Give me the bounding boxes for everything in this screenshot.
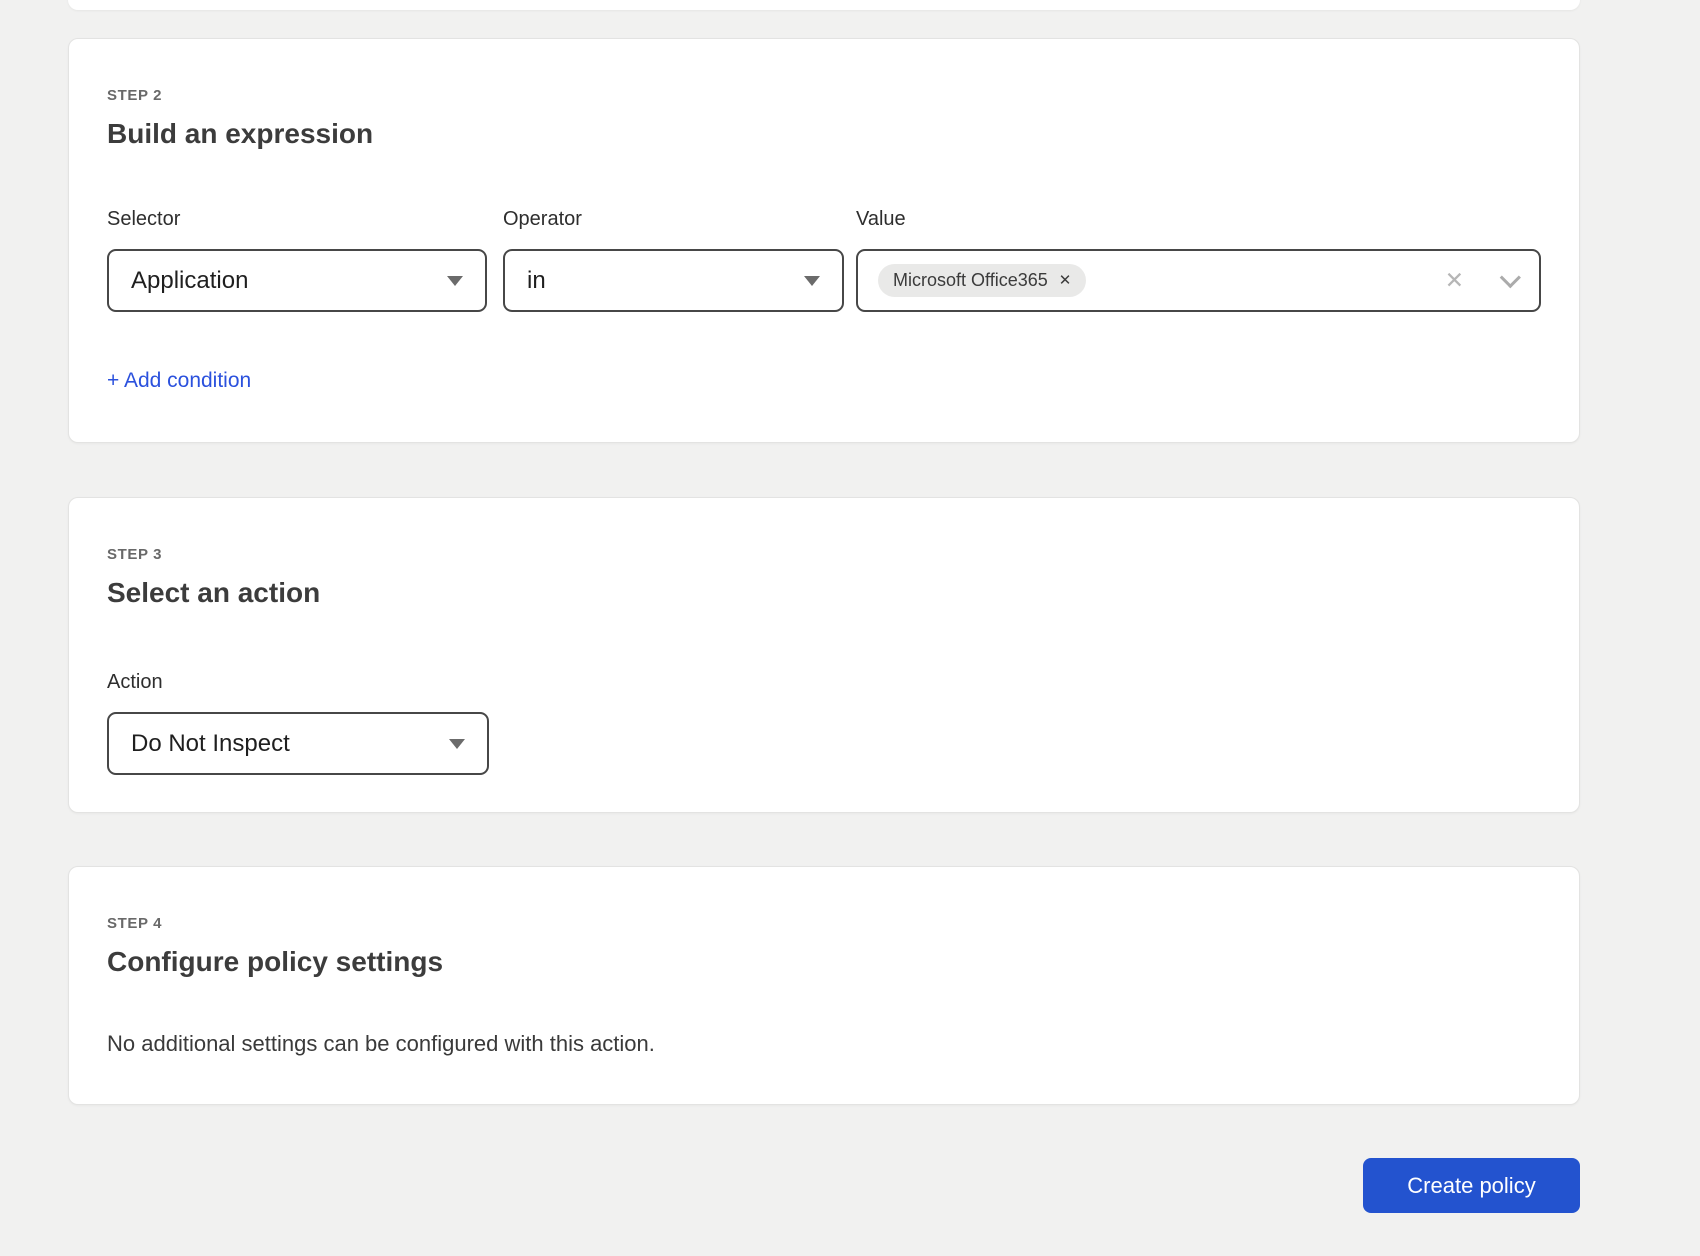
step3-title: Select an action [107,576,1541,610]
action-value: Do Not Inspect [131,730,290,758]
step4-description: No additional settings can be configured… [107,1031,1541,1057]
clear-selection-icon[interactable]: ✕ [1445,269,1464,292]
footer-actions: Create policy [68,1158,1580,1213]
step4-eyebrow: STEP 4 [107,915,1541,933]
chevron-down-icon [447,276,463,286]
step2-card: STEP 2 Build an expression Selector Appl… [68,38,1580,443]
chevron-down-icon[interactable] [1500,267,1521,288]
multiselect-controls: ✕ [1445,269,1515,292]
value-field: Value Microsoft Office365 ✕ ✕ [856,207,1541,312]
value-label: Value [856,207,1541,231]
step4-card: STEP 4 Configure policy settings No addi… [68,866,1580,1105]
operator-dropdown[interactable]: in [503,249,844,312]
chevron-down-icon [449,739,465,749]
selector-field: Selector Application [107,207,487,312]
action-field: Action Do Not Inspect [107,670,1541,775]
value-multiselect[interactable]: Microsoft Office365 ✕ ✕ [856,249,1541,312]
step3-eyebrow: STEP 3 [107,546,1541,564]
remove-tag-icon[interactable]: ✕ [1059,273,1072,288]
create-policy-button[interactable]: Create policy [1363,1158,1580,1213]
add-condition-link[interactable]: + Add condition [107,369,251,393]
step3-card: STEP 3 Select an action Action Do Not In… [68,497,1580,813]
step2-title: Build an expression [107,117,1541,151]
page-content: STEP 2 Build an expression Selector Appl… [68,0,1580,1213]
operator-field: Operator in [503,207,844,312]
action-dropdown[interactable]: Do Not Inspect [107,712,489,775]
step2-eyebrow: STEP 2 [107,87,1541,105]
operator-label: Operator [503,207,844,231]
value-tag: Microsoft Office365 ✕ [878,264,1086,297]
previous-card-bottom-edge [68,0,1580,10]
expression-builder-row: Selector Application Operator in Value M… [107,207,1541,312]
selector-label: Selector [107,207,487,231]
value-tag-label: Microsoft Office365 [893,270,1048,291]
step4-title: Configure policy settings [107,945,1541,979]
selector-dropdown[interactable]: Application [107,249,487,312]
action-label: Action [107,670,1541,694]
operator-value: in [527,267,546,295]
chevron-down-icon [804,276,820,286]
selector-value: Application [131,267,248,295]
